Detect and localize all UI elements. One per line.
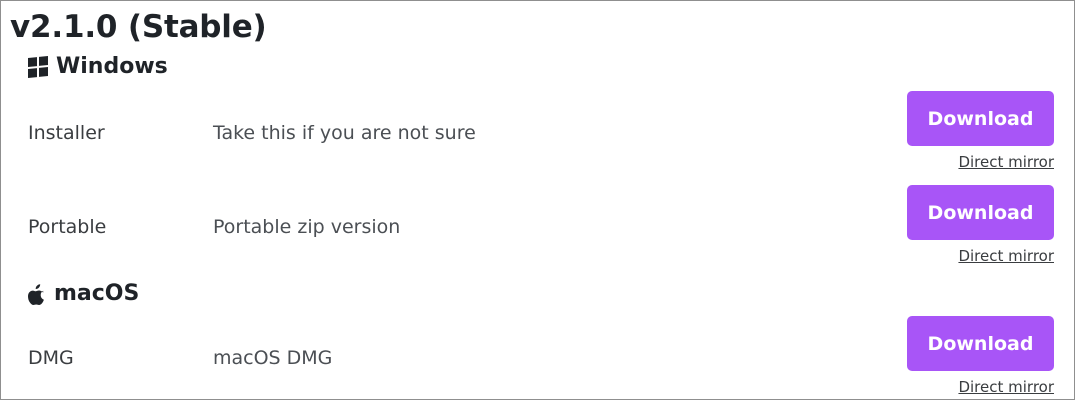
version-title: v2.1.0 (Stable) [10,9,267,45]
download-row-windows-installer: Installer Take this if you are not sure … [1,91,1074,171]
direct-mirror-link-windows-installer[interactable]: Direct mirror [958,153,1054,171]
package-name: Installer [28,122,105,144]
package-description: Portable zip version [213,216,401,238]
download-row-windows-portable: Portable Portable zip version Download D… [1,185,1074,265]
release-card: v2.1.0 (Stable) Windows Installer Take t… [0,0,1075,400]
download-button-windows-portable[interactable]: Download [907,185,1054,240]
download-button-windows-installer[interactable]: Download [907,91,1054,146]
package-name: DMG [28,347,74,369]
direct-mirror-link-windows-portable[interactable]: Direct mirror [958,247,1054,265]
package-description: Take this if you are not sure [213,122,476,144]
package-name: Portable [28,216,107,238]
macos-section-heading: macOS [28,280,139,308]
apple-logo-icon [28,284,44,305]
direct-mirror-link-macos-dmg[interactable]: Direct mirror [958,378,1054,396]
windows-section-title: Windows [56,54,168,79]
download-button-macos-dmg[interactable]: Download [907,316,1054,371]
macos-section-title: macOS [54,281,140,306]
windows-logo-icon [28,55,48,79]
package-description: macOS DMG [213,347,333,369]
windows-section-heading: Windows [28,53,168,81]
download-row-macos-dmg: DMG macOS DMG Download Direct mirror [1,316,1074,396]
